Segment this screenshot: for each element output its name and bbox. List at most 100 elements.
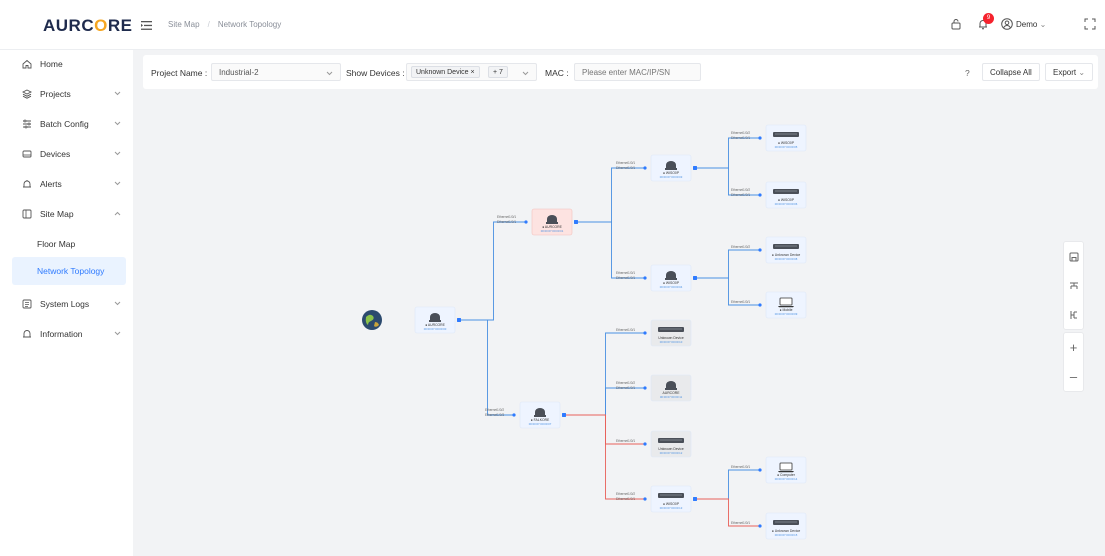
zoom-in-icon[interactable]: + — [1064, 333, 1083, 362]
topology-link — [696, 498, 761, 527]
topology-node-sw2[interactable]: ● FALKORE00:00:07:00:00:07 — [519, 401, 561, 429]
topology-node-u2[interactable]: AURCORE00:00:07:00:00:11 — [650, 374, 692, 402]
fullscreen-icon[interactable] — [1084, 18, 1096, 30]
save-icon[interactable] — [1064, 242, 1083, 271]
topology-node-c1[interactable]: ● Computer00:00:07:00:00:14 — [765, 456, 807, 484]
port-label: Ethernet1/0/1 — [731, 193, 750, 197]
port-label: Ethernet1/0/1 — [731, 465, 750, 469]
collapse-node-button[interactable] — [693, 497, 697, 501]
topology-node-u4[interactable]: ● WISO0P00:00:07:00:00:13 — [650, 485, 692, 513]
port-label: Ethernet1/0/1 — [616, 497, 635, 501]
chevron-down-icon — [114, 151, 121, 156]
top-header: AURCORE Site Map / Network Topology 9 De… — [0, 0, 1105, 50]
topology-link — [565, 387, 646, 416]
collapse-node-button[interactable] — [457, 318, 461, 322]
user-menu[interactable]: Demo ⌄ — [1016, 20, 1046, 29]
notification-badge: 9 — [983, 13, 994, 24]
devices-icon — [22, 150, 32, 158]
link-port-dot — [758, 193, 762, 197]
nav-network-topology[interactable]: Network Topology — [12, 257, 126, 285]
chevron-down-icon — [326, 71, 333, 76]
topology-node-u3[interactable]: Unknown Device00:00:07:00:00:12 — [650, 430, 692, 458]
mac-search-input[interactable] — [574, 63, 701, 81]
device-filter-tag[interactable]: Unknown Device × — [411, 66, 480, 78]
aurcore-logo[interactable]: AURCORE — [43, 16, 132, 36]
sidebar: Home Projects Batch Config Devices Alert… — [0, 50, 133, 556]
nav-information[interactable]: Information — [0, 320, 133, 348]
collapse-node-button[interactable] — [693, 276, 697, 280]
collapse-node-button[interactable] — [562, 413, 566, 417]
port-label: Ethernet1/0/1 — [616, 439, 635, 443]
nav-site-map[interactable]: Site Map — [0, 200, 133, 228]
user-avatar-icon[interactable] — [1001, 18, 1013, 30]
port-label: Ethernet1/0/1 — [497, 220, 516, 224]
topology-node-d4[interactable]: ● Mobile00:00:07:00:00:09 — [765, 291, 807, 319]
chevron-down-icon — [522, 71, 529, 76]
batch-config-icon — [23, 119, 31, 129]
port-label: Ethernet1/0/1 — [731, 136, 750, 140]
remove-tag-icon[interactable]: × — [470, 69, 474, 76]
topology-link — [460, 319, 515, 416]
collapse-sidebar-icon[interactable] — [141, 21, 152, 30]
topology-canvas[interactable]: Ethernet1/0/1Ethernet1/0/1Ethernet1/0/2E… — [143, 95, 1098, 550]
node-mac: 00:00:07:00:00:11 — [660, 395, 683, 399]
node-mac: 00:00:07:00:00:14 — [775, 477, 798, 481]
nav-projects[interactable]: Projects — [0, 80, 133, 108]
project-name-label: Project Name : — [151, 68, 208, 78]
link-port-dot — [758, 248, 762, 252]
topology-link — [696, 249, 761, 279]
topology-node-sw1b[interactable]: ● WISO0P00:00:07:00:00:04 — [650, 264, 692, 292]
collapse-all-button[interactable]: Collapse All — [982, 63, 1040, 81]
help-icon[interactable]: ? — [965, 68, 970, 78]
node-mac: 00:00:07:00:00:05 — [775, 145, 798, 149]
port-label: Ethernet1/0/1 — [616, 276, 635, 280]
internet-globe-icon[interactable] — [362, 310, 382, 330]
topology-link — [460, 221, 527, 321]
chevron-up-icon — [114, 211, 121, 216]
breadcrumb-site-map[interactable]: Site Map — [168, 20, 200, 29]
node-mac: 00:00:07:00:00:13 — [660, 506, 683, 510]
topology-node-d1[interactable]: ● WISO0P00:00:07:00:00:05 — [765, 124, 807, 152]
lock-icon[interactable] — [950, 18, 962, 30]
port-label: Ethernet1/0/2 — [731, 188, 750, 192]
collapse-node-button[interactable] — [574, 220, 578, 224]
export-button[interactable]: Export ⌄ — [1045, 63, 1094, 81]
nav-batch-config[interactable]: Batch Config — [0, 110, 133, 138]
node-mac: 00:00:07:00:00:07 — [529, 422, 552, 426]
topology-node-d2[interactable]: ● WISO0P00:00:07:00:00:06 — [765, 181, 807, 209]
port-label: Ethernet1/0/3 — [485, 413, 504, 417]
port-label: Ethernet1/0/2 — [485, 408, 504, 412]
vertical-layout-icon[interactable] — [1064, 271, 1083, 300]
topology-node-u1[interactable]: Unknown Device00:00:07:00:00:10 — [650, 319, 692, 347]
topology-node-sw1[interactable]: ● AURCORE00:00:07:00:00:01 — [531, 208, 573, 236]
collapse-node-button[interactable] — [693, 166, 697, 170]
nav-devices[interactable]: Devices — [0, 140, 133, 168]
site-map-icon — [22, 209, 32, 219]
nav-floor-map[interactable]: Floor Map — [0, 230, 133, 258]
horizontal-layout-icon[interactable] — [1064, 300, 1083, 329]
zoom-out-icon[interactable]: – — [1064, 362, 1083, 391]
topology-node-d3[interactable]: ● Unknown Device00:00:07:00:00:08 — [765, 236, 807, 264]
chevron-down-icon — [114, 331, 121, 336]
project-select[interactable]: Industrial-2 — [211, 63, 341, 81]
node-mac: 00:00:07:00:00:08 — [775, 257, 798, 261]
port-label: Ethernet1/0/2 — [731, 131, 750, 135]
port-label: Ethernet1/0/1 — [497, 215, 516, 219]
nav-alerts[interactable]: Alerts — [0, 170, 133, 198]
view-tools — [1063, 241, 1084, 330]
topology-node-root[interactable]: ● AURCORE00:00:07:00:00:00 — [414, 306, 456, 334]
topology-link — [696, 167, 761, 196]
nav-home[interactable]: Home — [0, 50, 133, 78]
link-port-dot — [512, 413, 516, 417]
port-label: Ethernet1/0/1 — [616, 328, 635, 332]
topology-node-c2[interactable]: ● Unknown Device00:00:07:00:00:15 — [765, 512, 807, 540]
topology-node-sw1a[interactable]: ● WISO0P00:00:07:00:00:03 — [650, 154, 692, 182]
topology-link — [565, 414, 646, 500]
breadcrumb: Site Map / Network Topology — [168, 20, 282, 29]
information-icon — [23, 330, 31, 338]
link-port-dot — [758, 303, 762, 307]
show-devices-label: Show Devices : — [346, 68, 405, 78]
topology-link — [696, 137, 761, 169]
nav-system-logs[interactable]: System Logs — [0, 290, 133, 318]
more-devices-tag[interactable]: + 7 — [488, 66, 508, 78]
